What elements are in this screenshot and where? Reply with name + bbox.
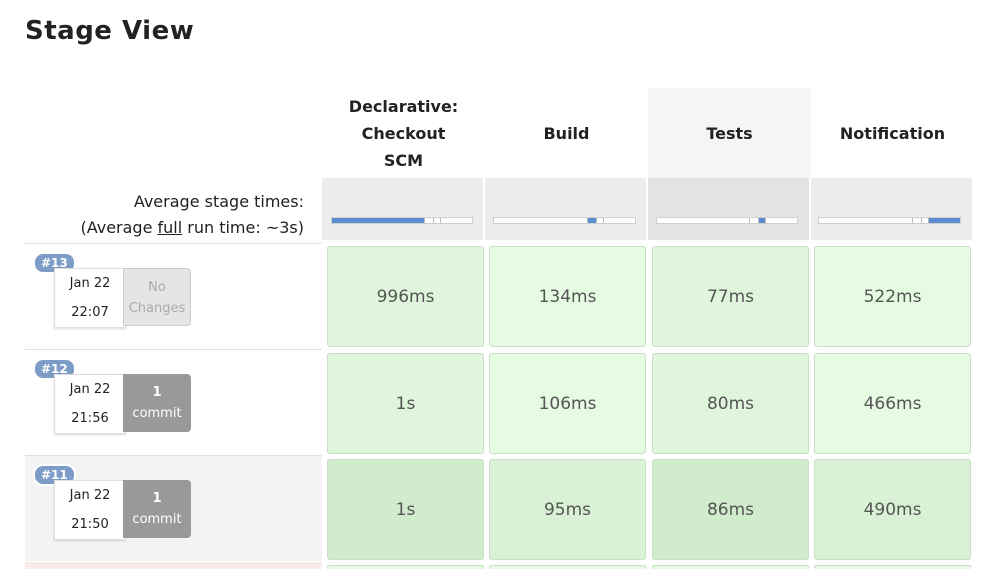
stage-cell[interactable]: 1s xyxy=(327,353,484,454)
stage-duration: 466ms xyxy=(863,393,922,414)
build-row-13: #13 Jan 22 22:07 No Changes xyxy=(25,243,322,349)
next-build-row-partial xyxy=(25,562,322,569)
stage-duration: 95ms xyxy=(543,499,592,520)
stage-progress-fill xyxy=(332,218,425,223)
avg-cell: 1s xyxy=(322,178,485,297)
stage-duration: 490ms xyxy=(863,499,922,520)
stage-duration: 134ms xyxy=(538,286,597,307)
stage-cell[interactable]: 106ms xyxy=(489,353,646,454)
stage-cell-partial xyxy=(489,565,646,569)
build-date: Jan 22 xyxy=(69,382,111,397)
stage-duration: 1s xyxy=(395,393,416,414)
avg-run-suffix: run time: ~3s) xyxy=(182,218,304,237)
stage-label: Notification xyxy=(839,123,946,143)
stage-duration: 77ms xyxy=(706,286,755,307)
stage-duration: 80ms xyxy=(706,393,755,414)
progress-tick xyxy=(764,218,766,223)
stage-progress-fill xyxy=(587,218,596,223)
stage-cell-partial xyxy=(327,565,484,569)
stage-duration: 522ms xyxy=(863,286,922,307)
stage-progress-bar xyxy=(818,217,961,224)
build-row-12: #12 Jan 22 21:56 1 commit xyxy=(25,349,322,455)
avg-run-prefix: (Average xyxy=(80,218,158,237)
stage-header-tests[interactable]: Tests xyxy=(648,88,811,178)
progress-tick xyxy=(595,218,597,223)
stage-progress-bar xyxy=(656,217,798,224)
avg-cell: 116ms xyxy=(485,178,648,297)
stage-cell-partial xyxy=(814,565,971,569)
stage-progress-bar xyxy=(493,217,636,224)
page-title: Stage View xyxy=(25,16,195,46)
stage-header-checkout[interactable]: Declarative: Checkout SCM xyxy=(322,88,485,178)
build-date: Jan 22 xyxy=(69,488,111,503)
build-date-box: Jan 22 21:56 xyxy=(54,374,126,434)
progress-tick xyxy=(432,218,434,223)
stage-header-build[interactable]: Build xyxy=(485,88,648,178)
progress-tick xyxy=(757,218,759,223)
build-time: 22:07 xyxy=(71,305,109,320)
changes-line2: Changes xyxy=(128,301,186,316)
average-stage-times-label: Average stage times: xyxy=(133,192,304,211)
progress-tick xyxy=(927,218,929,223)
progress-tick xyxy=(424,218,426,223)
progress-tick xyxy=(602,218,604,223)
build-time: 21:50 xyxy=(71,517,109,532)
stage-cell[interactable]: 996ms xyxy=(327,246,484,347)
stage-header-notification[interactable]: Notification xyxy=(811,88,974,178)
progress-tick xyxy=(749,218,751,223)
build-time: 21:56 xyxy=(71,411,109,426)
stage-duration: 86ms xyxy=(706,499,755,520)
changes-line2: commit xyxy=(132,512,182,527)
build-row-11: #11 Jan 22 21:50 1 commit xyxy=(25,455,322,561)
commit-count: 1 xyxy=(152,385,162,400)
progress-tick xyxy=(912,218,914,223)
changes-box[interactable]: 1 commit xyxy=(123,374,191,432)
stage-label: Build xyxy=(543,123,590,143)
avg-cell: 373ms xyxy=(811,178,974,297)
stage-cell[interactable]: 466ms xyxy=(814,353,971,454)
stage-label: Tests xyxy=(706,123,753,143)
stage-duration: 1s xyxy=(395,499,416,520)
progress-tick xyxy=(587,218,589,223)
commit-count: 1 xyxy=(152,491,162,506)
build-date-box: Jan 22 21:50 xyxy=(54,480,126,540)
progress-tick xyxy=(920,218,922,223)
stage-cell[interactable]: 95ms xyxy=(489,459,646,560)
changes-box[interactable]: 1 commit xyxy=(123,480,191,538)
stage-cell-partial xyxy=(652,565,809,569)
stage-duration: 106ms xyxy=(538,393,597,414)
build-date: Jan 22 xyxy=(69,276,111,291)
stage-progress-fill xyxy=(757,218,765,223)
avg-run-full-link[interactable]: full xyxy=(158,218,183,237)
stage-progress-fill xyxy=(927,218,960,223)
stage-cell[interactable]: 134ms xyxy=(489,246,646,347)
stage-duration: 996ms xyxy=(376,286,435,307)
average-run-time-label: (Average full run time: ~3s) xyxy=(80,215,304,241)
stage-cell[interactable]: 86ms xyxy=(652,459,809,560)
stage-cell[interactable]: 80ms xyxy=(652,353,809,454)
stage-cell[interactable]: 77ms xyxy=(652,246,809,347)
changes-line1: No xyxy=(148,280,166,295)
stage-cell[interactable]: 522ms xyxy=(814,246,971,347)
stage-label: Declarative: Checkout SCM xyxy=(348,96,459,170)
progress-tick xyxy=(439,218,441,223)
changes-box: No Changes xyxy=(123,268,191,326)
build-date-box: Jan 22 22:07 xyxy=(54,268,126,328)
stage-progress-bar xyxy=(331,217,473,224)
stage-cell[interactable]: 1s xyxy=(327,459,484,560)
average-times-label: Average stage times: (Average full run t… xyxy=(80,189,304,241)
stage-cell[interactable]: 490ms xyxy=(814,459,971,560)
avg-cell: 92ms xyxy=(648,178,811,297)
changes-line2: commit xyxy=(132,406,182,421)
